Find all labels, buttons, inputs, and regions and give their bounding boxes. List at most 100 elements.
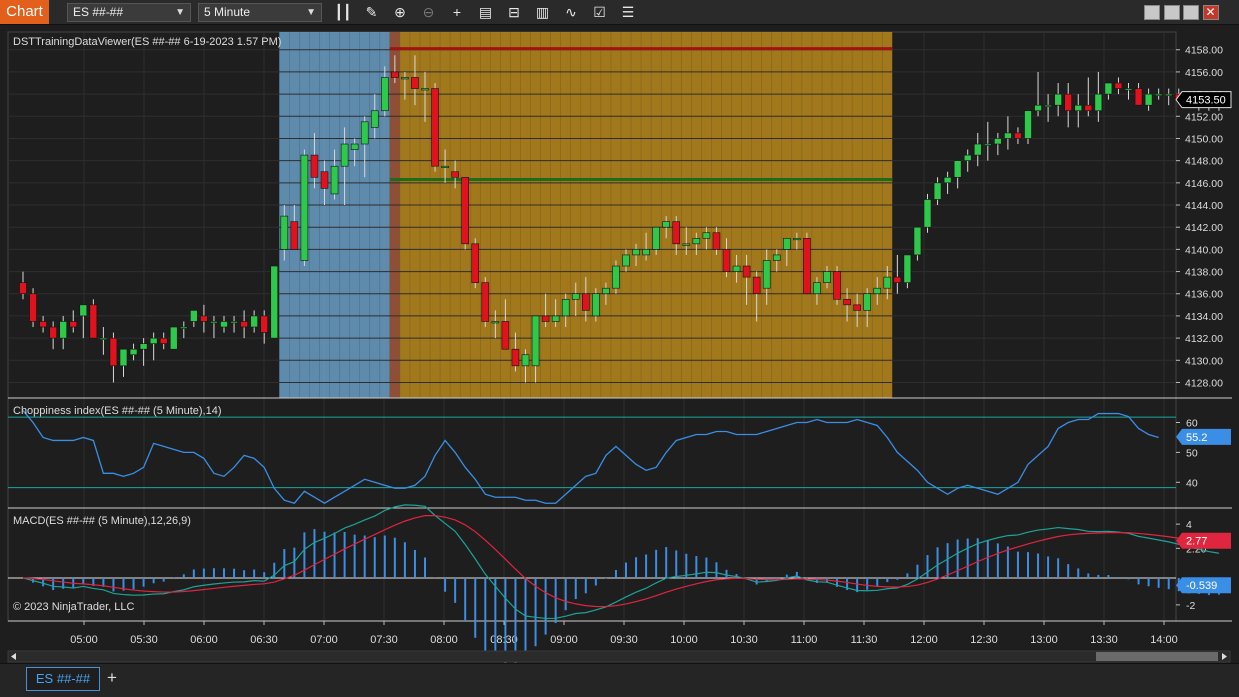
candle-body [431,88,439,167]
chart-trader-icon[interactable]: ☰ [618,3,638,22]
time-axis-label: 07:30 [370,634,398,646]
instrument-tab[interactable]: ES ##-## [26,667,100,691]
candle-body [853,304,861,311]
time-axis-label: 06:30 [250,634,278,646]
price-tick-label: 4146.00 [1185,178,1223,190]
candle-body [401,77,409,80]
candle-body [983,143,992,146]
candle-body [903,254,912,283]
candle-body [461,176,470,245]
candle-body [672,221,681,245]
zoom-in-icon[interactable]: ⊕ [390,3,410,22]
indicators-icon[interactable]: ∿ [561,3,581,22]
interval-selector[interactable]: 5 Minute ▼ [198,3,322,22]
candle-body [230,321,238,324]
candle-body [1094,93,1103,112]
properties-icon[interactable]: ☑ [590,3,610,22]
candle-body [119,348,128,367]
instrument-tab-bar: ES ##-## + [0,663,1239,697]
session-boundary [389,32,400,398]
candle-body [159,337,168,344]
candle-body [139,343,148,350]
time-axis-label: 10:00 [670,634,698,646]
candle-body [109,337,118,367]
close-icon[interactable]: ✕ [1202,5,1219,20]
horizontal-scrollbar[interactable] [7,650,1231,663]
candle-body [913,226,922,256]
candle-body [89,304,98,339]
candle-body [180,326,188,329]
time-axis-label: 14:00 [1150,634,1178,646]
chart-canvas[interactable]: 05:00 05:30 06:00 06:30 07:00 07:30 08:00 08:30… [0,25,1239,663]
session-shading [279,32,390,398]
candle-body [1054,93,1062,106]
price-tick-label: 4150.00 [1185,133,1223,145]
strategies-icon[interactable]: ▥ [533,3,553,22]
candle-body [531,315,540,367]
candle-body [330,165,339,195]
candle-body [169,326,178,350]
draw-pencil-icon[interactable]: ✎ [362,3,382,22]
candle-body [310,154,319,178]
chop-tick-label: 40 [1186,477,1198,489]
candle-body [59,321,68,339]
price-tick-label: 4138.00 [1185,267,1223,279]
candle-body [632,249,640,256]
candle-body [973,143,982,156]
time-axis-label: 05:30 [130,634,158,646]
chart-window: Chart ES ##-## ▼ 5 Minute ▼ ┃┃ ✎ ⊕ ⊖ + ▤ ⊟ ▥ ∿ ☑ ☰… [0,0,1239,697]
candle-body [541,315,550,322]
candle-body [662,221,671,228]
zoom-out-icon[interactable]: ⊖ [419,3,439,22]
candle-body [923,199,932,228]
time-axis-label: 13:30 [1090,634,1118,646]
price-panel-label: DSTTrainingDataViewer(ES ##-## 6-19-2023… [13,36,281,48]
candle-body [682,243,691,246]
maximize-icon[interactable] [1183,5,1199,20]
chart-app-tab[interactable]: Chart [0,0,49,24]
candle-body [270,265,279,339]
price-tick-label: 4136.00 [1185,289,1223,301]
candle-body [69,321,78,328]
candle-body [813,282,821,295]
templates-icon[interactable]: ⊟ [504,3,524,22]
candle-body [370,110,379,128]
data-box-icon[interactable]: ▤ [476,3,496,22]
chop-last-value: 55.2 [1186,432,1207,444]
candle-body [320,171,329,189]
price-tick-label: 4148.00 [1185,156,1223,168]
candle-body [953,160,962,178]
time-axis-label: 12:30 [970,634,998,646]
instrument-selector[interactable]: ES ##-## ▼ [67,3,191,22]
candle-body [702,232,711,239]
candle-body [712,232,721,250]
candle-body [762,260,771,289]
chevron-down-icon: ▼ [306,7,316,18]
title-bar: Chart ES ##-## ▼ 5 Minute ▼ ┃┃ ✎ ⊕ ⊖ + ▤ ⊟ ▥ ∿ ☑ ☰… [0,0,1239,25]
price-tick-label: 4128.00 [1185,377,1223,389]
candle-body [873,287,882,295]
candle-body [863,293,872,311]
candle-body [471,243,480,283]
candle-body [581,293,590,311]
candle-body [210,321,218,324]
scrollbar-thumb[interactable] [1096,652,1218,661]
copyright-text: © 2023 NinjaTrader, LLC [13,601,134,613]
candle-body [451,171,459,178]
candle-body [652,226,660,250]
candle-body [1084,104,1093,112]
candle-body [1074,104,1083,112]
macd-tick-label: 4 [1186,519,1192,531]
time-axis-label: 07:00 [310,634,338,646]
candle-body [692,237,701,245]
crosshair-icon[interactable]: + [447,3,467,22]
bar-type-icon[interactable]: ┃┃ [333,3,353,22]
minimize-icon[interactable] [1163,5,1180,20]
macd-panel-label: MACD(ES ##-## (5 Minute),12,26,9) [13,515,191,527]
restore-icon[interactable] [1144,5,1160,20]
chevron-down-icon: ▼ [175,7,185,18]
candle-body [722,249,731,272]
time-axis-label: 09:00 [550,634,578,646]
last-price-value: 4153.50 [1186,95,1226,107]
add-tab-button[interactable]: + [103,669,121,689]
